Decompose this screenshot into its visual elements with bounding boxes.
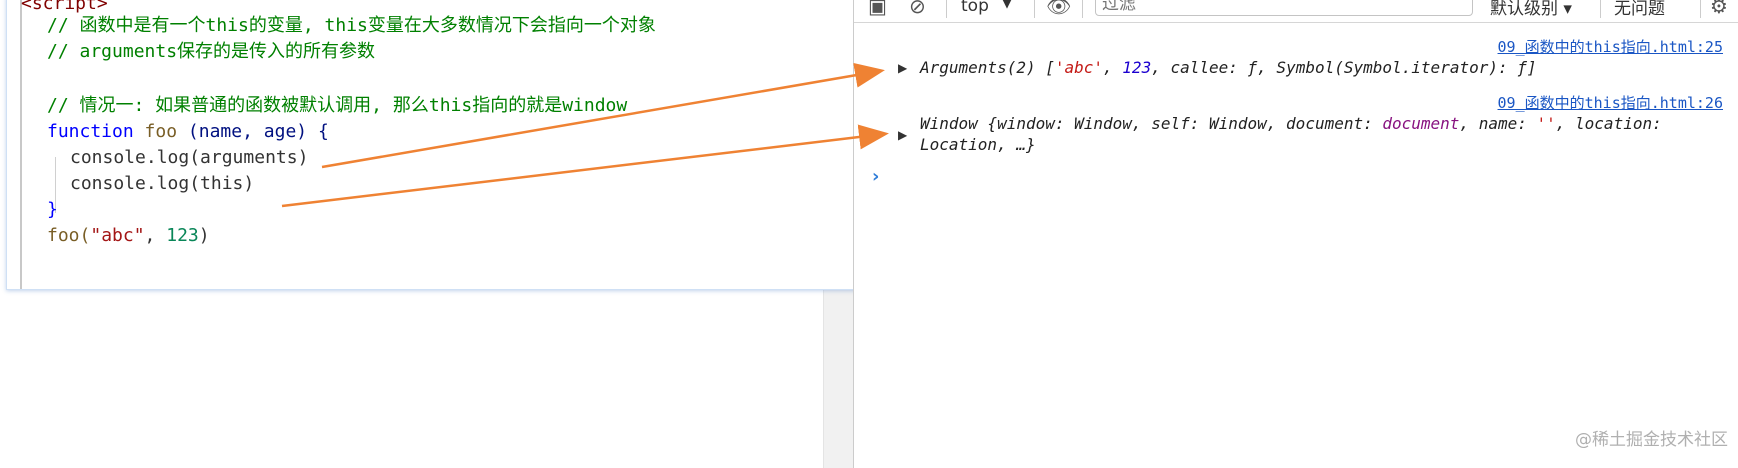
call-number-arg: 123: [166, 225, 199, 246]
toolbar-divider: [946, 0, 947, 18]
function-call-line: foo("abc", 123): [47, 223, 210, 249]
clear-console-icon[interactable]: ⊘: [909, 0, 926, 18]
log-source-link[interactable]: 09_函数中的this指向.html:25: [1498, 36, 1723, 57]
function-name: foo: [144, 121, 178, 142]
log-rest: , callee: ƒ, Symbol(Symbol.iterator): ƒ]: [1151, 58, 1537, 77]
log-prefix: Arguments(2) [: [920, 58, 1055, 77]
log-window-part-c: , location:: [1555, 114, 1662, 133]
function-params: (name, age) {: [187, 121, 329, 142]
function-keyword: function: [47, 121, 134, 142]
console-toolbar: ▣ ⊘ top ▼ 👁 默认级别 ▾ 无问题 ⚙: [854, 0, 1738, 23]
log-string-value: 'abc': [1054, 58, 1104, 77]
toolbar-divider: [1600, 0, 1601, 18]
expand-triangle-icon[interactable]: ▶: [898, 61, 907, 75]
log-window-part-a: Window {window: Window, self: Window, do…: [920, 114, 1383, 133]
watermark: @稀土掘金技术社区: [1575, 430, 1728, 450]
console-log-window-line1[interactable]: Window {window: Window, self: Window, do…: [920, 114, 1662, 133]
code-log-arguments: console.log(arguments): [70, 147, 309, 168]
chevron-down-icon[interactable]: ▼: [1002, 0, 1012, 11]
code-comment-1: // 函数中是有一个this的变量, this变量在大多数情况下会指向一个对象: [47, 15, 656, 36]
toolbar-divider: [1034, 0, 1035, 18]
log-separator: ,: [1103, 58, 1123, 77]
issues-button[interactable]: 无问题: [1614, 0, 1665, 19]
toolbar-divider: [1082, 0, 1083, 18]
code-snippet-card: <script> // 函数中是有一个this的变量, this变量在大多数情况…: [6, 0, 863, 290]
function-declaration-line: function foo (name, age) {: [47, 119, 329, 145]
log-number-value: 123: [1122, 58, 1152, 77]
code-comment-2: // arguments保存的是传入的所有参数: [47, 41, 376, 62]
devtools-console-panel: ▣ ⊘ top ▼ 👁 默认级别 ▾ 无问题 ⚙ 09_函数中的this指向.h…: [853, 0, 1738, 468]
console-log-arguments[interactable]: Arguments(2) ['abc', 123, callee: ƒ, Sym…: [920, 58, 1537, 77]
toolbar-divider: [1700, 0, 1701, 18]
filter-input[interactable]: [1095, 0, 1473, 16]
call-end: ): [198, 225, 210, 246]
code-log-this: console.log(this): [70, 173, 255, 194]
eye-icon[interactable]: 👁: [1046, 0, 1071, 18]
sidebar-toggle-icon[interactable]: ▣: [868, 0, 887, 18]
log-level-selector[interactable]: 默认级别 ▾: [1490, 0, 1572, 19]
call-separator: ,: [144, 225, 167, 246]
expand-triangle-icon[interactable]: ▶: [898, 128, 907, 142]
console-log-window-line2: Location, …}: [920, 135, 1036, 154]
console-prompt-icon[interactable]: ›: [872, 166, 879, 187]
gear-icon[interactable]: ⚙: [1710, 0, 1728, 18]
log-source-link[interactable]: 09_函数中的this指向.html:26: [1498, 92, 1723, 113]
call-name: foo(: [47, 225, 91, 246]
log-name-value: '': [1536, 114, 1556, 133]
code-close-brace: }: [47, 199, 58, 220]
log-window-part-b: , name:: [1459, 114, 1537, 133]
call-string-arg: "abc": [90, 225, 145, 246]
log-document-value: document: [1382, 114, 1460, 133]
context-selector[interactable]: top: [961, 0, 989, 16]
code-gutter-line: [20, 0, 22, 289]
code-comment-3: // 情况一: 如果普通的函数被默认调用, 那么this指向的就是window: [47, 95, 628, 116]
